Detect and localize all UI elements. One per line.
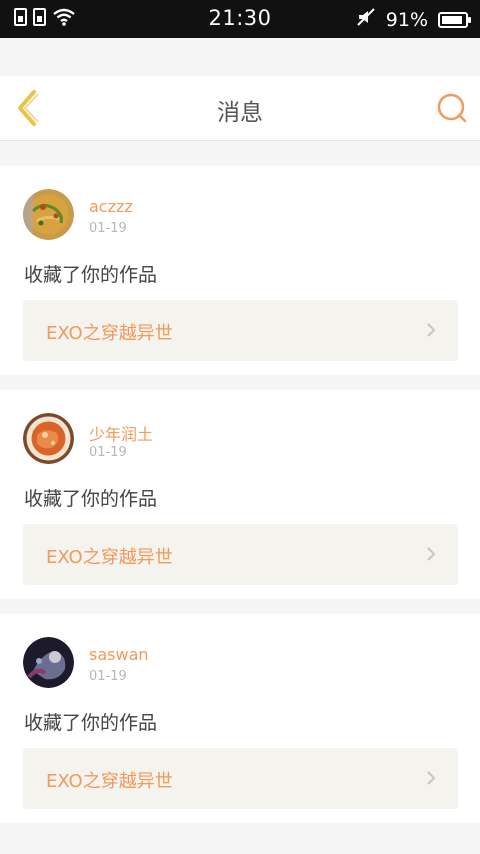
status-right-icons: 91% [356, 7, 471, 32]
page-title: 消息 [217, 100, 263, 126]
message-item: 少年润土 01-19 收藏了你的作品 EXO之穿越异世 [0, 390, 480, 599]
avatar[interactable] [23, 189, 74, 240]
message-item: aczzz 01-19 收藏了你的作品 EXO之穿越异世 [0, 166, 480, 375]
message-item: saswan 01-19 收藏了你的作品 EXO之穿越异世 [0, 614, 480, 823]
username[interactable]: aczzz [89, 197, 133, 216]
status-bar: 21:30 91% [0, 0, 480, 38]
battery-level [442, 15, 462, 24]
battery-percent: 91% [385, 8, 428, 31]
work-title: EXO之穿越异世 [46, 547, 173, 568]
battery-icon [438, 11, 471, 28]
search-button[interactable] [436, 92, 468, 124]
username[interactable]: 少年润土 [89, 421, 153, 445]
app-header: 消息 [0, 76, 480, 141]
message-date: 01-19 [89, 221, 127, 236]
avatar[interactable] [23, 413, 74, 464]
chevron-right-icon [427, 547, 436, 561]
message-date: 01-19 [89, 445, 127, 460]
work-title: EXO之穿越异世 [46, 323, 173, 344]
mute-icon [356, 7, 376, 32]
work-link[interactable]: EXO之穿越异世 [23, 524, 458, 585]
search-icon [437, 93, 467, 123]
work-title: EXO之穿越异世 [46, 771, 173, 792]
username[interactable]: saswan [89, 645, 149, 664]
message-date: 01-19 [89, 669, 127, 684]
work-link[interactable]: EXO之穿越异世 [23, 300, 458, 361]
message-list: aczzz 01-19 收藏了你的作品 EXO之穿越异世 少年润土 01-19 … [0, 166, 480, 838]
chevron-right-icon [427, 771, 436, 785]
avatar[interactable] [23, 637, 74, 688]
work-link[interactable]: EXO之穿越异世 [23, 748, 458, 809]
action-text: 收藏了你的作品 [24, 712, 158, 734]
chevron-right-icon [427, 323, 436, 337]
action-text: 收藏了你的作品 [24, 488, 158, 510]
action-text: 收藏了你的作品 [24, 264, 158, 286]
